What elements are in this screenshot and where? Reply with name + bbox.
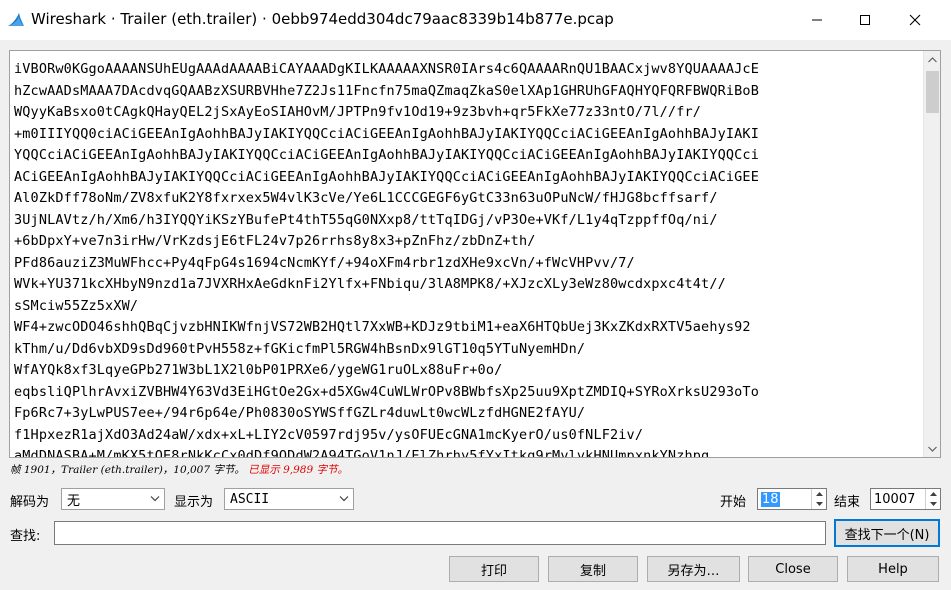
start-value: 18 <box>761 491 780 507</box>
text-line: kThm/u/Dd6vbXD9sDd960tPvH558z+fGKicfmPl5… <box>14 340 586 357</box>
minimize-button[interactable] <box>794 0 840 40</box>
show-packet-bytes-window: Wireshark · Trailer (eth.trailer) · 0ebb… <box>0 0 951 590</box>
text-line: WF4+zwcODO46shhQBqCjvzbHNIKWfnjVS72WB2HQ… <box>14 319 751 335</box>
end-value: 10007 <box>874 491 916 507</box>
scrollbar-thumb[interactable] <box>926 71 939 113</box>
options-row: 解码为 无 显示为 ASCII 开始 18 结束 10007 <box>0 487 951 513</box>
decode-as-combobox[interactable]: 无 <box>61 488 165 510</box>
find-next-button[interactable]: 查找下一个(N) <box>834 519 940 547</box>
scroll-down-button[interactable] <box>924 440 940 457</box>
text-line: Fp6Rc7+3yLwPUS7ee+/94r6p64e/Ph0830oSYWSf… <box>14 405 586 421</box>
close-window-button[interactable] <box>892 0 938 40</box>
maximize-icon <box>860 15 870 25</box>
help-button[interactable]: Help <box>847 556 939 582</box>
text-line: Al0ZkDff78oNm/ZV8xfuK2Y8fxrxex5W4vlK3cVe… <box>14 190 718 206</box>
end-spinbox[interactable]: 10007 <box>870 488 941 510</box>
print-button[interactable]: 打印 <box>449 556 539 582</box>
text-line: 3UjNLAVtz/h/Xm6/h3IYQQYiKSzYBufePt4thT55… <box>14 211 718 228</box>
text-line: f1HpxezR1ajXdO3Ad24aW/xdx+xL+LIY2cV0597r… <box>14 426 644 443</box>
step-down-icon[interactable] <box>926 499 940 509</box>
chevron-down-icon <box>339 496 349 502</box>
text-line: PFd86auziZ3MuWFhcc+Py4qFpG4s1694cNcmKYf/… <box>14 254 635 271</box>
text-line: +6bDpxY+ve7n3irHw/VrKzdsjE6tFL24v7p26rrh… <box>14 233 536 249</box>
text-line: ACiGEEAnIgAohhBAJyIAKIYQQCciACiGEEAnIgAo… <box>14 168 759 185</box>
text-line: sSMciw55Zz5xXW/ <box>14 297 139 314</box>
close-button[interactable]: Close <box>748 556 838 582</box>
text-line: WVk+YU371kcXHbyN9nzd1a7JVXRHxAeGdknFi2Yl… <box>14 276 726 292</box>
title-bar: Wireshark · Trailer (eth.trailer) · 0ebb… <box>0 0 951 40</box>
text-line: +m0IIIYQQ0ciACiGEEAnIgAohhBAJyIAKIYQQCci… <box>14 125 759 142</box>
step-up-icon[interactable] <box>926 489 940 499</box>
scroll-up-button[interactable] <box>924 51 940 68</box>
chevron-down-icon <box>150 496 160 502</box>
start-spinbox[interactable]: 18 <box>757 488 827 510</box>
show-as-value: ASCII <box>230 491 270 507</box>
status-line: 帧 1901，Trailer (eth.trailer)，10,007 字节。 … <box>10 462 348 477</box>
decode-as-value: 无 <box>67 493 81 509</box>
shown-bytes-text: 已显示 9,989 字节。 <box>248 464 348 476</box>
find-input[interactable] <box>54 521 826 545</box>
text-line: hZcwAADsMAAA7DAcdvqGQAABzXSURBVHhe7Z2Js1… <box>14 82 759 99</box>
chevron-down-icon <box>928 446 937 452</box>
show-as-label: 显示为 <box>174 495 214 510</box>
text-line: YQQCciACiGEEAnIgAohhBAJyIAKIYQQCciACiGEE… <box>14 147 759 163</box>
save-as-button[interactable]: 另存为… <box>647 556 740 582</box>
close-icon <box>909 14 921 26</box>
end-label: 结束 <box>834 495 861 510</box>
vertical-scrollbar[interactable] <box>923 51 940 457</box>
bytes-text-view[interactable]: iVBORw0KGgoAAAANSUhEUgAAAdAAAABiCAYAAADg… <box>9 50 941 458</box>
minimize-icon <box>812 19 822 21</box>
chevron-up-icon <box>928 56 937 62</box>
find-row: 查找: 查找下一个(N) <box>0 519 951 547</box>
maximize-button[interactable] <box>842 0 888 40</box>
show-as-combobox[interactable]: ASCII <box>224 488 354 510</box>
end-stepper[interactable] <box>925 489 940 509</box>
frame-info-text: 帧 1901，Trailer (eth.trailer)，10,007 字节。 <box>10 464 245 476</box>
step-down-icon[interactable] <box>812 499 826 509</box>
bytes-text-content: iVBORw0KGgoAAAANSUhEUgAAAdAAAABiCAYAAADg… <box>14 59 759 458</box>
text-line: WfAYQk8xf3LqyeGPb271W3bL1X2l0bP01PRXe6/y… <box>14 362 503 378</box>
decode-as-label: 解码为 <box>10 495 50 510</box>
start-stepper[interactable] <box>811 489 826 509</box>
text-line: WQyyKaBsxo0tCAgkQHayQEL2jSxAyEoSIAHOvM/J… <box>14 104 702 120</box>
start-label: 开始 <box>720 495 747 510</box>
text-line: eqbsliQPlhrAvxiZVBHW4Y63Vd3EiHGtOe2Gx+d5… <box>14 383 759 400</box>
window-title: Wireshark · Trailer (eth.trailer) · 0ebb… <box>31 10 614 28</box>
copy-button[interactable]: 复制 <box>548 556 638 582</box>
step-up-icon[interactable] <box>812 489 826 499</box>
wireshark-fin-icon <box>7 11 25 29</box>
text-line: iVBORw0KGgoAAAANSUhEUgAAAdAAAABiCAYAAADg… <box>14 61 759 77</box>
find-label: 查找: <box>10 529 41 544</box>
text-line: aMdDNASBA+M/mKX5tOE8rNkKcCx0dDf9QDdW2A94… <box>14 448 710 458</box>
